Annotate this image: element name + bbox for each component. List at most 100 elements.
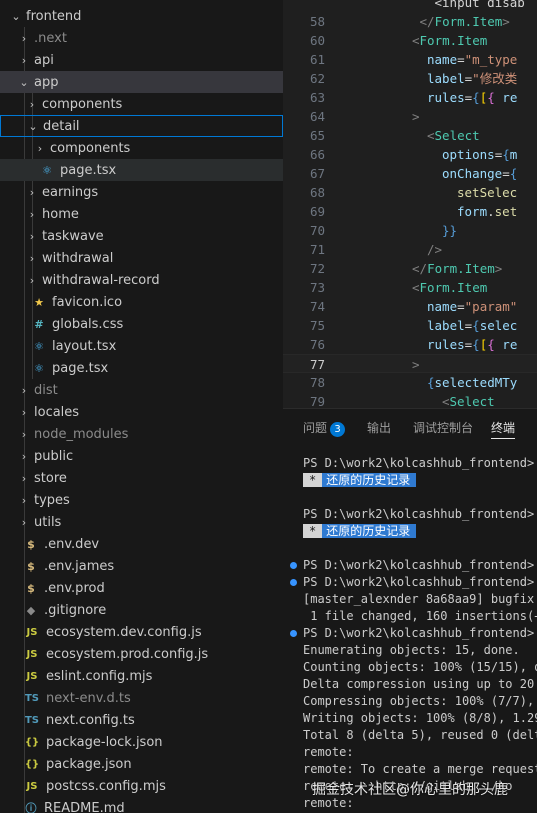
explorer-file[interactable]: {} package.json (0, 753, 283, 775)
explorer-file[interactable]: JS eslint.config.mjs (0, 665, 283, 687)
code-line[interactable]: 60 <Form.Item (283, 31, 537, 50)
explorer-file[interactable]: JS ecosystem.prod.config.js (0, 643, 283, 665)
explorer-item-label: postcss.config.mjs (46, 778, 166, 794)
code-line[interactable]: 65 <Select (283, 126, 537, 145)
chevron-down-icon: ⌄ (28, 119, 38, 133)
explorer-folder[interactable]: ⌄ frontend (0, 5, 283, 27)
tab-1[interactable]: 输出 (367, 419, 391, 436)
explorer-item-label: page.tsx (52, 360, 109, 376)
explorer-file[interactable]: $ .env.dev (0, 533, 283, 555)
code-line[interactable]: <input disab (283, 0, 537, 12)
explorer-item-label: public (34, 448, 74, 464)
terminal-line: remote: (303, 745, 354, 759)
terminal-line: PS D:\work2\kolcashhub_frontend> g (303, 575, 537, 589)
explorer-file[interactable]: JS postcss.config.mjs (0, 775, 283, 797)
code-line[interactable]: 76 rules={[{ re (283, 335, 537, 354)
code-line[interactable]: 58 </Form.Item> (283, 12, 537, 31)
explorer-file[interactable]: ⚛ layout.tsx (0, 335, 283, 357)
explorer-folder[interactable]: ⌄ detail (0, 115, 283, 137)
code-token: label (427, 318, 465, 333)
terminal-line: Counting objects: 100% (15/15), do (303, 660, 537, 674)
explorer-folder[interactable]: › store (0, 467, 283, 489)
explorer-file[interactable]: JS ecosystem.dev.config.js (0, 621, 283, 643)
explorer-item-label: page.tsx (60, 162, 117, 178)
explorer-file[interactable]: $ .env.prod (0, 577, 283, 599)
tab-2[interactable]: 调试控制台 (413, 419, 473, 436)
explorer-folder[interactable]: › node_modules (0, 423, 283, 445)
explorer-file[interactable]: ◆ .gitignore (0, 599, 283, 621)
explorer-file[interactable]: TS next.config.ts (0, 709, 283, 731)
terminal-line: [master_alexnder 8a68aa9] bugfix: (303, 592, 537, 606)
explorer-item-label: .gitignore (44, 602, 107, 618)
explorer-item-label: next.config.ts (46, 712, 135, 728)
explorer-folder[interactable]: › earnings (0, 181, 283, 203)
code-line[interactable]: 71 /> (283, 240, 537, 259)
terminal-line: Delta compression using up to 20 t (303, 677, 537, 691)
explorer-item-label: app (34, 74, 59, 90)
command-status-dot-icon[interactable] (290, 579, 297, 586)
code-line[interactable]: 66 options={m (283, 145, 537, 164)
js-icon: JS (26, 780, 38, 792)
code-line[interactable]: 74 name="param" (283, 297, 537, 316)
code-line[interactable]: 70}} (283, 221, 537, 240)
code-token: { (427, 375, 435, 390)
explorer-folder[interactable]: › public (0, 445, 283, 467)
explorer-folder[interactable]: › withdrawal (0, 247, 283, 269)
code-line[interactable]: 61 name="m_type (283, 50, 537, 69)
explorer-folder[interactable]: › api (0, 49, 283, 71)
restored-history-banner: * 还原的历史记录 (303, 472, 417, 489)
line-number: 74 (309, 299, 325, 314)
code-line[interactable]: 67 onChange={ (283, 164, 537, 183)
code-line[interactable]: 68 setSelec (283, 183, 537, 202)
explorer-folder[interactable]: › home (0, 203, 283, 225)
explorer-file[interactable]: $ .env.james (0, 555, 283, 577)
code-line[interactable]: 63 rules={[{ re (283, 88, 537, 107)
code-line[interactable]: 72 </Form.Item> (283, 259, 537, 278)
code-line[interactable]: 79 <Select (283, 392, 537, 408)
code-line[interactable]: 62 label="修改类 (283, 69, 537, 88)
code-line[interactable]: 69 form.set (283, 202, 537, 221)
explorer-item-label: api (34, 52, 54, 68)
code-line[interactable]: 78 {selectedMTy (283, 373, 537, 392)
explorer-file[interactable]: ⓘ README.md (0, 797, 283, 813)
explorer-folder[interactable]: › locales (0, 401, 283, 423)
terminal-line: remote: To create a merge request (303, 762, 537, 776)
tab-3[interactable]: 终端 (491, 419, 515, 436)
code-token: < (442, 394, 450, 408)
code-token: { (472, 90, 480, 105)
code-text: label={selec (427, 316, 517, 335)
code-line[interactable]: 75 label={selec (283, 316, 537, 335)
chevron-right-icon: › (21, 449, 27, 463)
explorer-file[interactable]: ⚛ page.tsx (0, 357, 283, 379)
code-line[interactable]: 64 > (283, 107, 537, 126)
code-editor[interactable]: <input disab 58 </Form.Item> 60 <Form.Item 61… (283, 0, 537, 408)
explorer-folder[interactable]: › utils (0, 511, 283, 533)
explorer-folder[interactable]: › types (0, 489, 283, 511)
explorer-folder[interactable]: ⌄ app (0, 71, 283, 93)
explorer-file[interactable]: TS next-env.d.ts (0, 687, 283, 709)
explorer-folder[interactable]: › components (0, 93, 283, 115)
command-status-dot-icon[interactable] (290, 562, 297, 569)
explorer-file[interactable]: ★ favicon.ico (0, 291, 283, 313)
explorer-file[interactable]: # globals.css (0, 313, 283, 335)
explorer-item-label: ecosystem.prod.config.js (46, 646, 209, 662)
tab-0[interactable]: 问题 3 (303, 419, 346, 437)
explorer-file[interactable]: ⚛ page.tsx (0, 159, 283, 181)
code-token: m (509, 147, 518, 162)
code-token: label (427, 71, 465, 86)
explorer-file[interactable]: {} package-lock.json (0, 731, 283, 753)
explorer-item-label: taskwave (42, 228, 104, 244)
explorer-item-label: .env.prod (44, 580, 105, 596)
explorer-folder[interactable]: › .next (0, 27, 283, 49)
explorer-folder[interactable]: › dist (0, 379, 283, 401)
code-line[interactable]: 77 > (283, 354, 537, 373)
explorer-folder[interactable]: › components (0, 137, 283, 159)
code-line[interactable]: 73 <Form.Item (283, 278, 537, 297)
dollar-icon: $ (27, 559, 35, 573)
explorer-folder[interactable]: › taskwave (0, 225, 283, 247)
line-number: 73 (309, 280, 325, 295)
explorer-item-label: package-lock.json (46, 734, 163, 750)
star-icon: ★ (34, 295, 44, 309)
explorer-folder[interactable]: › withdrawal-record (0, 269, 283, 291)
command-status-dot-icon[interactable] (290, 630, 297, 637)
